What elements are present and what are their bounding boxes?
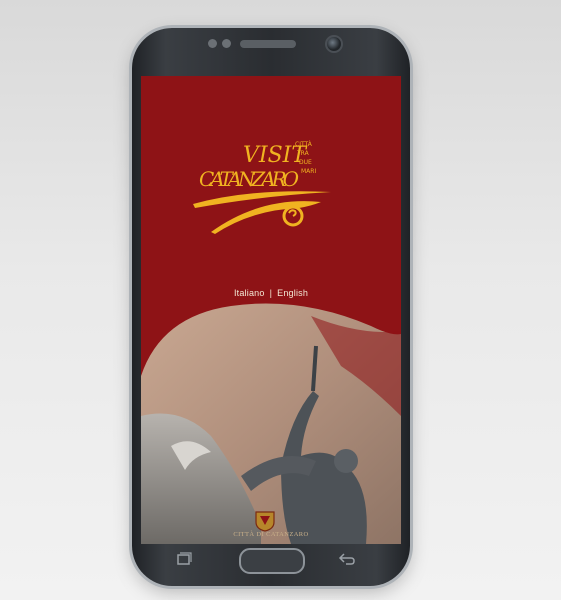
proximity-sensor	[208, 39, 217, 48]
phone-frame: VISIT CATANZARO CITTÀ TRA DUE MARI Itali…	[132, 28, 410, 586]
recent-apps-icon[interactable]	[176, 552, 192, 566]
visit-catanzaro-logo: VISIT CATANZARO CITTÀ TRA DUE MARI	[191, 136, 341, 246]
logo-tagline-2: TRA	[296, 150, 310, 157]
monument-photo	[141, 296, 401, 544]
logo-tagline-3: DUE	[299, 159, 312, 166]
logo-graphic: VISIT CATANZARO CITTÀ TRA DUE MARI	[193, 141, 331, 234]
logo-tagline-1: CITTÀ	[295, 141, 313, 148]
back-arrow-icon[interactable]	[338, 552, 356, 566]
logo-tagline-4: MARI	[301, 168, 316, 175]
logo-catanzaro-text: CATANZARO	[199, 167, 299, 191]
home-button[interactable]	[239, 548, 305, 574]
light-sensor	[222, 39, 231, 48]
front-camera	[325, 35, 343, 53]
logo-brush-stroke-bottom	[211, 201, 321, 234]
app-screen: VISIT CATANZARO CITTÀ TRA DUE MARI Itali…	[141, 76, 401, 544]
footer-city-label: CITTÀ DI CATANZARO	[233, 531, 309, 538]
earpiece-speaker	[240, 40, 296, 48]
city-coat-of-arms-icon	[254, 508, 276, 532]
